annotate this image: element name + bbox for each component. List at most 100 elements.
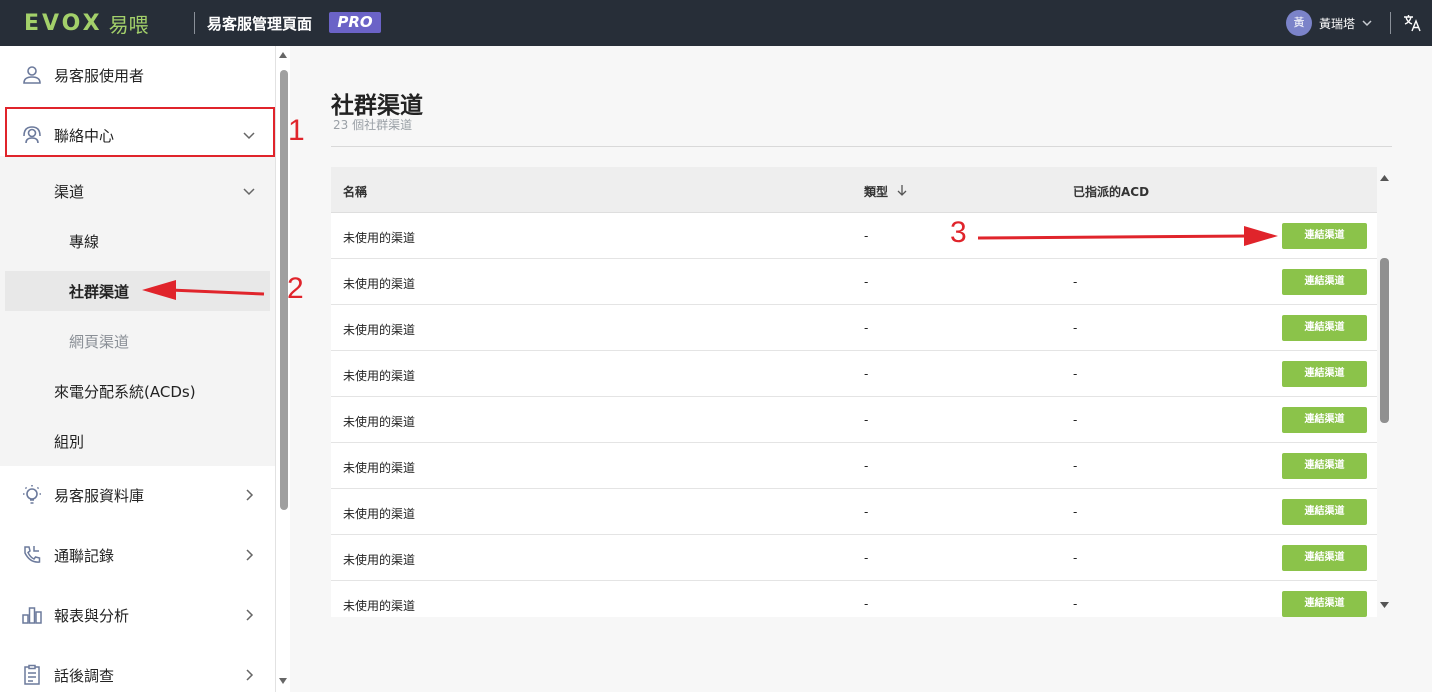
- sidebar-item-social-channels[interactable]: 社群渠道: [0, 278, 275, 304]
- table-row: 未使用的渠道 - - 連結渠道: [331, 535, 1377, 581]
- sidebar: 易客服使用者 聯絡中心 渠道 專線 社群渠道 網頁渠道 來電分配系統(ACDs)…: [0, 46, 276, 692]
- link-channel-button[interactable]: 連結渠道: [1282, 407, 1367, 433]
- table-row: 未使用的渠道 - - 連結渠道: [331, 443, 1377, 489]
- cell-acd: -: [1073, 597, 1078, 611]
- sidebar-item-call-logs[interactable]: 通聯記錄: [0, 542, 275, 568]
- sidebar-item-label: 話後調查: [54, 666, 115, 685]
- logo-text: EVOX: [24, 11, 103, 36]
- cell-name: 未使用的渠道: [343, 415, 416, 429]
- app-title: 易客服管理頁面: [207, 15, 313, 33]
- cell-acd: -: [1073, 505, 1078, 519]
- column-header-type[interactable]: 類型: [864, 183, 888, 200]
- link-channel-button[interactable]: 連結渠道: [1282, 223, 1367, 249]
- sidebar-item-label: 報表與分析: [54, 606, 130, 625]
- link-channel-button[interactable]: 連結渠道: [1282, 269, 1367, 295]
- sidebar-item-users[interactable]: 易客服使用者: [0, 62, 275, 88]
- annotation-box-1: [5, 107, 275, 157]
- logo-cn-text: 易喂: [108, 13, 149, 37]
- sidebar-item-label: 組別: [54, 432, 85, 451]
- bar-chart-icon: [22, 607, 42, 624]
- link-channel-button[interactable]: 連結渠道: [1282, 499, 1367, 525]
- sidebar-item-reports[interactable]: 報表與分析: [0, 602, 275, 628]
- cell-acd: -: [1073, 367, 1078, 381]
- chevron-right-icon: [246, 549, 254, 561]
- sidebar-item-label: 通聯記錄: [54, 546, 115, 565]
- cell-type: -: [864, 275, 869, 289]
- sidebar-item-label: 易客服資料庫: [54, 486, 145, 505]
- cell-type: -: [864, 505, 869, 519]
- chevron-down-icon: [243, 188, 255, 196]
- table-row: 未使用的渠道 - - 連結渠道: [331, 581, 1377, 617]
- column-header-name[interactable]: 名稱: [343, 183, 367, 200]
- cell-name: 未使用的渠道: [343, 599, 416, 613]
- lightbulb-icon: [23, 485, 41, 504]
- sidebar-item-label: 專線: [69, 232, 100, 251]
- table-scroll-thumb[interactable]: [1380, 258, 1389, 423]
- sidebar-item-label: 渠道: [54, 182, 85, 201]
- logo[interactable]: EVOX 易喂: [24, 9, 149, 38]
- chevron-right-icon: [246, 669, 254, 681]
- title-divider: [331, 146, 1392, 147]
- sidebar-item-survey[interactable]: 話後調查: [0, 662, 275, 688]
- cell-name: 未使用的渠道: [343, 461, 416, 475]
- annotation-number-3: 3: [950, 216, 967, 249]
- link-channel-button[interactable]: 連結渠道: [1282, 361, 1367, 387]
- cell-name: 未使用的渠道: [343, 507, 416, 521]
- cell-acd: -: [1073, 275, 1078, 289]
- sidebar-item-label: 網頁渠道: [69, 332, 130, 351]
- cell-name: 未使用的渠道: [343, 277, 416, 291]
- cell-name: 未使用的渠道: [343, 323, 416, 337]
- translate-icon[interactable]: [1402, 13, 1422, 33]
- link-channel-button[interactable]: 連結渠道: [1282, 591, 1367, 617]
- table-row: 未使用的渠道 - - 連結渠道: [331, 397, 1377, 443]
- table-row: 未使用的渠道 - - 連結渠道: [331, 351, 1377, 397]
- channels-table: 名稱 類型 已指派的ACD 未使用的渠道 - 連結渠道 未使用的渠道 - - 連…: [331, 167, 1377, 617]
- scroll-up-icon[interactable]: [279, 52, 287, 58]
- cell-name: 未使用的渠道: [343, 553, 416, 567]
- table-row: 未使用的渠道 - - 連結渠道: [331, 259, 1377, 305]
- link-channel-button[interactable]: 連結渠道: [1282, 453, 1367, 479]
- chevron-right-icon: [246, 609, 254, 621]
- cell-name: 未使用的渠道: [343, 231, 416, 245]
- scroll-down-icon[interactable]: [279, 678, 287, 684]
- scroll-down-icon[interactable]: [1380, 602, 1389, 608]
- sidebar-item-label: 易客服使用者: [54, 66, 145, 85]
- cell-acd: -: [1073, 459, 1078, 473]
- scroll-up-icon[interactable]: [1380, 175, 1389, 181]
- pro-badge: PRO: [329, 12, 381, 33]
- sidebar-item-groups[interactable]: 組別: [0, 428, 275, 454]
- link-channel-button[interactable]: 連結渠道: [1282, 545, 1367, 571]
- user-icon: [23, 66, 41, 84]
- header-divider: [194, 12, 195, 34]
- sidebar-item-hotline[interactable]: 專線: [0, 228, 275, 254]
- table-row: 未使用的渠道 - - 連結渠道: [331, 489, 1377, 535]
- sidebar-item-channels[interactable]: 渠道: [0, 178, 275, 204]
- top-bar: EVOX 易喂 易客服管理頁面 PRO 黃 黃瑞塔: [0, 0, 1432, 46]
- chevron-down-icon: [1362, 20, 1372, 27]
- user-menu[interactable]: 黃 黃瑞塔: [1286, 10, 1373, 36]
- sort-down-icon[interactable]: [897, 184, 907, 196]
- annotation-number-2: 2: [287, 272, 304, 305]
- cell-type: -: [864, 413, 869, 427]
- table-row: 未使用的渠道 - - 連結渠道: [331, 305, 1377, 351]
- header-divider-right: [1390, 12, 1391, 34]
- cell-type: -: [864, 551, 869, 565]
- chevron-right-icon: [246, 489, 254, 501]
- link-channel-button[interactable]: 連結渠道: [1282, 315, 1367, 341]
- phone-log-icon: [24, 546, 41, 563]
- annotation-number-1: 1: [288, 114, 305, 147]
- clipboard-icon: [24, 664, 40, 685]
- sidebar-item-web-channels[interactable]: 網頁渠道: [0, 328, 275, 354]
- column-header-acd[interactable]: 已指派的ACD: [1073, 183, 1149, 200]
- sidebar-item-acds[interactable]: 來電分配系統(ACDs): [0, 378, 275, 404]
- cell-acd: -: [1073, 321, 1078, 335]
- cell-name: 未使用的渠道: [343, 369, 416, 383]
- cell-acd: -: [1073, 413, 1078, 427]
- user-name: 黃瑞塔: [1319, 16, 1356, 31]
- page-subtitle: 23 個社群渠道: [333, 118, 413, 132]
- cell-acd: -: [1073, 551, 1078, 565]
- sidebar-item-knowledge-base[interactable]: 易客服資料庫: [0, 482, 275, 508]
- table-row: 未使用的渠道 - 連結渠道: [331, 213, 1377, 259]
- sidebar-item-label: 社群渠道: [69, 282, 130, 301]
- cell-type: -: [864, 229, 869, 243]
